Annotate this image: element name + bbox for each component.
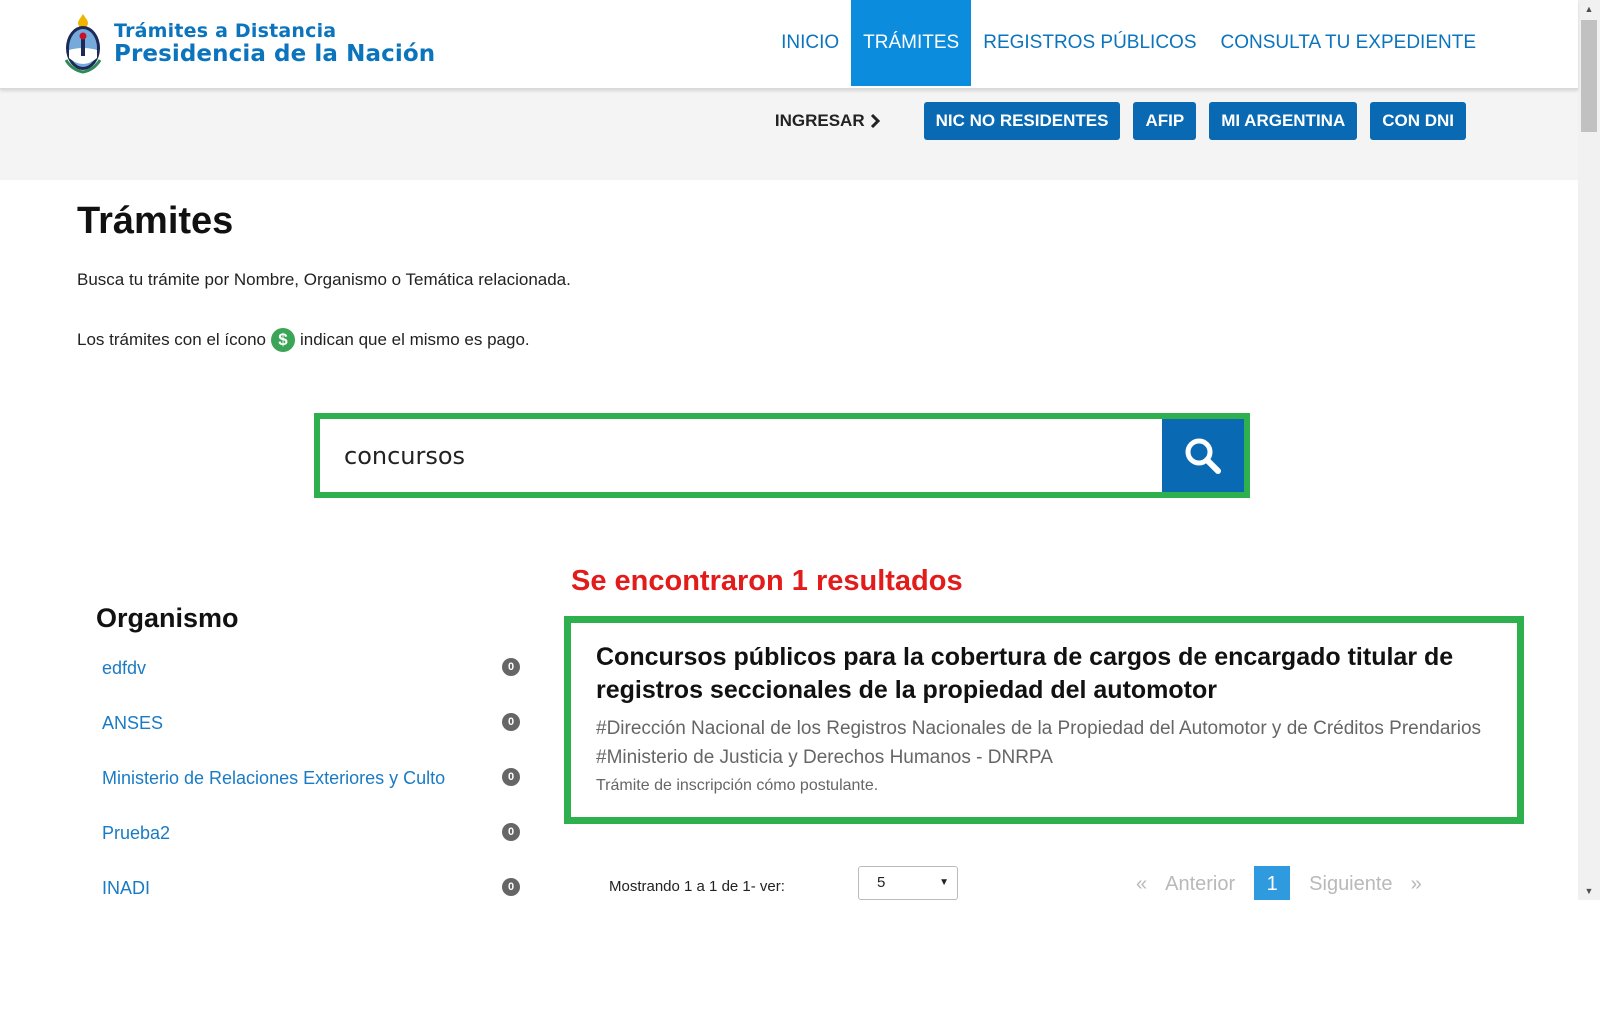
organismo-item: Prueba2 0	[96, 820, 526, 875]
organismo-list: edfdv 0 ANSES 0 Ministerio de Relaciones…	[96, 655, 526, 900]
ingresar-text: INGRESAR	[774, 111, 865, 130]
login-options-bar: INGRESAR NIC NO RESIDENTES AFIP MI ARGEN…	[0, 88, 1578, 180]
organismo-link[interactable]: Prueba2	[96, 820, 170, 844]
nav-consulta-expediente[interactable]: CONSULTA TU EXPEDIENTE	[1209, 0, 1489, 86]
result-description: Trámite de inscripción cómo postulante.	[596, 776, 879, 794]
pay-note-before: Los trámites con el ícono	[77, 330, 266, 349]
search-icon	[1185, 438, 1221, 474]
per-page-value: 5	[877, 874, 886, 891]
organismo-count-badge: 0	[502, 878, 520, 896]
dropdown-arrow-icon: ▼	[939, 877, 949, 888]
organismo-count-badge: 0	[502, 713, 520, 731]
main-nav: INICIO TRÁMITES REGISTROS PÚBLICOS CONSU…	[769, 0, 1488, 86]
pay-note-after: indican que el mismo es pago.	[299, 330, 530, 349]
organismo-item: edfdv 0	[96, 655, 526, 710]
afip-button[interactable]: AFIP	[1133, 102, 1197, 140]
result-title[interactable]: Concursos públicos para la cobertura de …	[596, 641, 1492, 707]
scroll-down-icon[interactable]: ▼	[1578, 882, 1600, 900]
national-emblem-icon	[64, 14, 102, 74]
organismo-link[interactable]: ANSES	[96, 710, 163, 734]
search-input[interactable]	[320, 419, 1216, 492]
search-button[interactable]	[1162, 419, 1244, 492]
organismo-count-badge: 0	[502, 823, 520, 841]
pay-note: Los trámites con el ícono $ indican que …	[77, 328, 530, 352]
browser-viewport: Trámites a Distancia Presidencia de la N…	[0, 0, 1600, 900]
logo-title-line1: Trámites a Distancia	[114, 19, 337, 42]
scroll-thumb[interactable]	[1581, 20, 1597, 132]
per-page-select[interactable]: 5 ▼	[858, 866, 958, 900]
intro-text: Busca tu trámite por Nombre, Organismo o…	[77, 270, 571, 289]
page-title: Trámites	[77, 200, 234, 242]
organismo-count-badge: 0	[502, 658, 520, 676]
organismo-link[interactable]: edfdv	[96, 655, 146, 679]
con-dni-button[interactable]: CON DNI	[1370, 102, 1466, 140]
organismo-item: ANSES 0	[96, 710, 526, 765]
organismo-item: Ministerio de Relaciones Exteriores y Cu…	[96, 765, 526, 820]
site-header: Trámites a Distancia Presidencia de la N…	[0, 0, 1578, 89]
organismo-link[interactable]: Ministerio de Relaciones Exteriores y Cu…	[96, 765, 445, 789]
nav-inicio[interactable]: INICIO	[769, 0, 851, 86]
chevron-right-icon	[870, 113, 880, 129]
nav-tramites[interactable]: TRÁMITES	[851, 0, 972, 86]
mi-argentina-button[interactable]: MI ARGENTINA	[1209, 102, 1358, 140]
pagination: « Anterior 1 Siguiente »	[1127, 866, 1431, 900]
page-scrollbar[interactable]: ▲ ▼	[1578, 0, 1600, 900]
organismo-title: Organismo	[96, 603, 239, 633]
result-card[interactable]: Concursos públicos para la cobertura de …	[564, 616, 1524, 824]
prev-page-link[interactable]: Anterior	[1165, 873, 1235, 896]
prev-double-arrow-icon[interactable]: «	[1136, 873, 1147, 896]
organismo-link[interactable]: INADI	[96, 875, 150, 899]
showing-text: Mostrando 1 a 1 de 1- ver:	[609, 878, 785, 895]
result-tags: #Dirección Nacional de los Registros Nac…	[596, 718, 1482, 769]
scroll-up-icon[interactable]: ▲	[1578, 0, 1600, 18]
site-logo[interactable]: Trámites a Distancia Presidencia de la N…	[62, 12, 435, 76]
nic-no-residentes-button[interactable]: NIC NO RESIDENTES	[923, 102, 1121, 140]
ingresar-label[interactable]: INGRESAR	[775, 111, 881, 131]
results-count: Se encontraron 1 resultados	[571, 565, 963, 597]
current-page[interactable]: 1	[1254, 866, 1291, 900]
organismo-count-badge: 0	[502, 768, 520, 786]
organismo-item: INADI 0	[96, 875, 526, 900]
next-double-arrow-icon[interactable]: »	[1411, 873, 1422, 896]
nav-registros-publicos[interactable]: REGISTROS PÚBLICOS	[971, 0, 1208, 86]
dollar-icon: $	[270, 328, 295, 352]
logo-title-line2: Presidencia de la Nación	[114, 40, 436, 67]
next-page-link[interactable]: Siguiente	[1309, 873, 1392, 896]
search-box	[314, 413, 1250, 498]
